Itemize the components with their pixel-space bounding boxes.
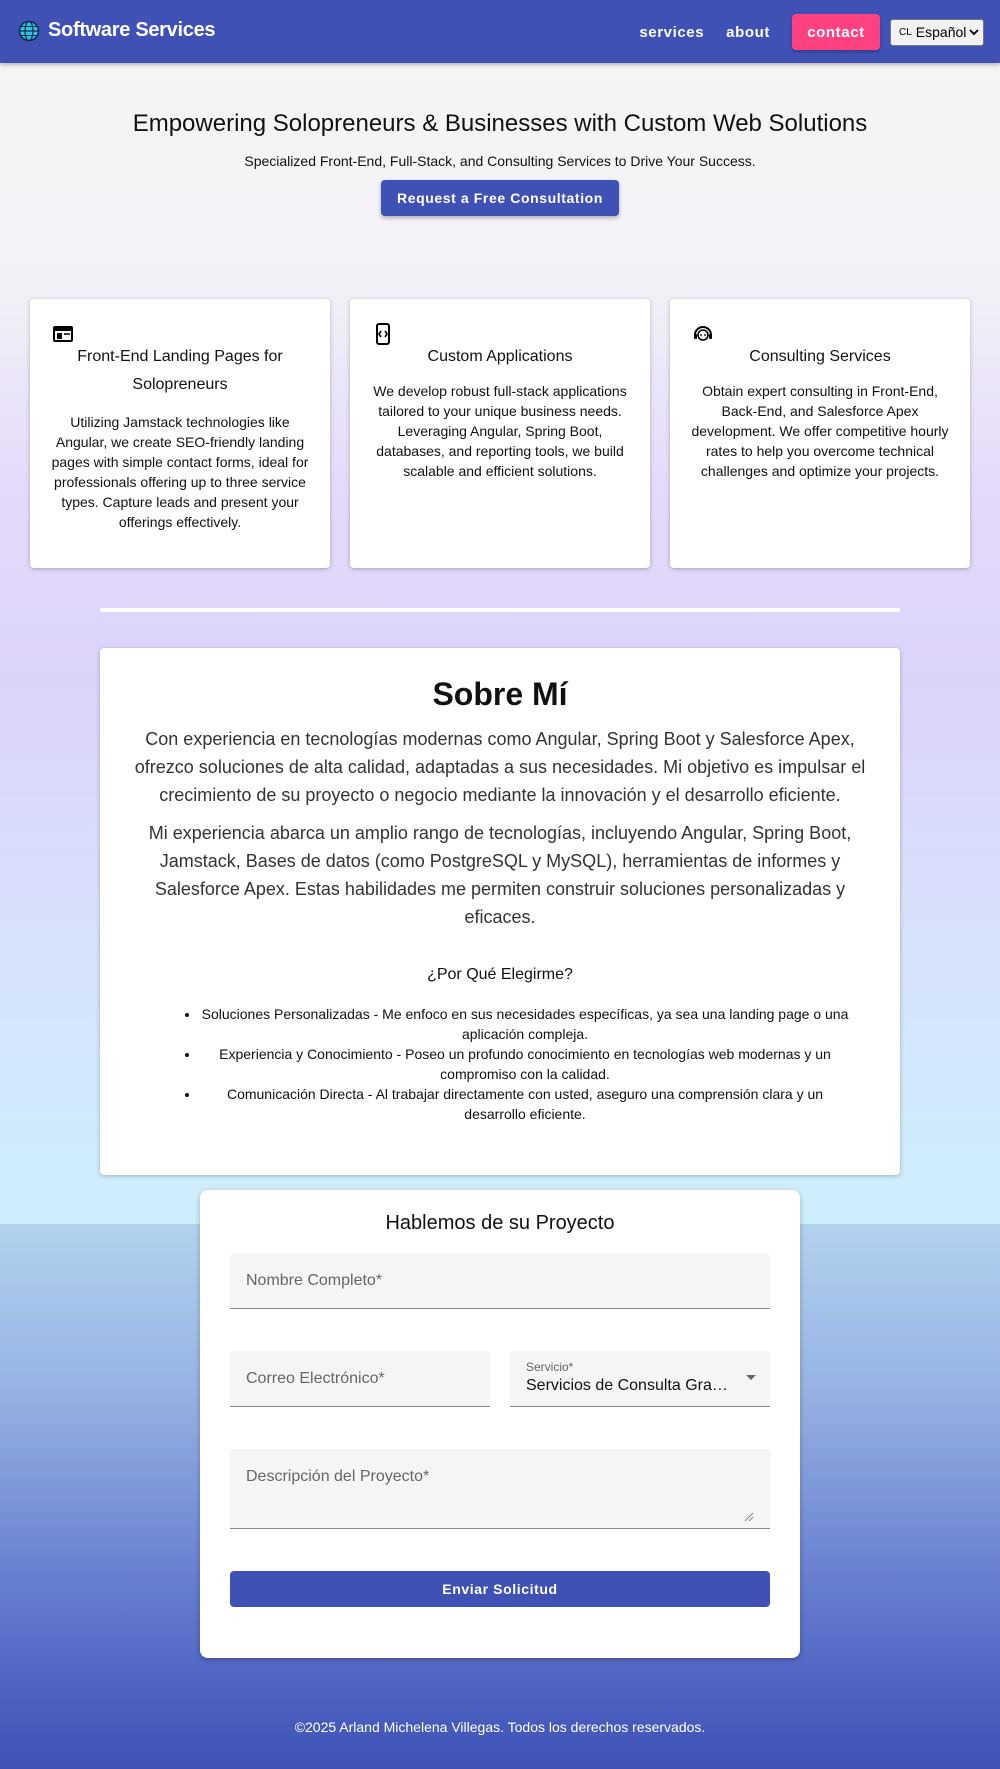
nav-about-link[interactable]: about xyxy=(726,24,770,41)
brand-title: Software Services xyxy=(48,19,216,41)
service-card-text: Obtain expert consulting in Front-End, B… xyxy=(691,383,949,479)
service-card-landing-pages: Front-End Landing Pages for Solopreneurs… xyxy=(30,299,330,568)
service-card-consulting: Consulting Services Obtain expert consul… xyxy=(670,299,970,568)
project-description-field[interactable]: Descripción del Proyecto* xyxy=(230,1449,770,1529)
resize-grip-icon[interactable] xyxy=(744,1512,754,1522)
language-select[interactable]: CL Español xyxy=(890,18,984,46)
full-name-placeholder: Nombre Completo* xyxy=(246,1272,383,1289)
about-paragraph: Mi experiencia abarca un amplio rango de… xyxy=(148,823,852,927)
project-description-placeholder: Descripción del Proyecto* xyxy=(246,1468,430,1485)
list-item: Comunicación Directa - Al trabajar direc… xyxy=(200,1084,850,1124)
section-divider xyxy=(100,608,900,612)
language-selected: Español xyxy=(915,24,967,40)
phone-code-icon xyxy=(376,323,390,345)
service-card-title: Front-End Landing Pages for Solopreneurs xyxy=(77,348,283,393)
hero-subtitle: Specialized Front-End, Full-Stack, and C… xyxy=(244,153,756,169)
language-code: CL xyxy=(899,26,912,38)
submit-request-button[interactable]: Enviar Solicitud xyxy=(230,1571,770,1607)
about-section: Sobre Mí Con experiencia en tecnologías … xyxy=(100,648,900,1175)
hero-title: Empowering Solopreneurs & Businesses wit… xyxy=(132,110,868,137)
nav-services-link[interactable]: services xyxy=(639,24,704,41)
service-selected-value: Servicios de Consulta Gratuitos xyxy=(526,1377,731,1394)
full-name-field[interactable]: Nombre Completo* xyxy=(230,1253,770,1309)
why-choose-me-title: ¿Por Qué Elegirme? xyxy=(427,966,573,983)
email-placeholder: Correo Electrónico* xyxy=(246,1370,385,1387)
web-page-icon xyxy=(53,326,73,342)
service-card-text: We develop robust full-stack application… xyxy=(373,383,627,479)
service-card-title: Consulting Services xyxy=(749,348,891,365)
contact-form-card: Hablemos de su Proyecto Nombre Completo*… xyxy=(200,1190,800,1658)
service-card-text: Utilizing Jamstack technologies like Ang… xyxy=(51,414,309,530)
about-paragraph: Con experiencia en tecnologías modernas … xyxy=(134,729,866,805)
brand[interactable]: Software Services xyxy=(18,19,216,42)
about-title: Sobre Mí xyxy=(432,676,568,712)
email-field[interactable]: Correo Electrónico* xyxy=(230,1351,490,1407)
service-card-custom-apps: Custom Applications We develop robust fu… xyxy=(350,299,650,568)
top-navigation-bar: Software Services services about contact… xyxy=(0,0,1000,63)
service-label: Servicio* xyxy=(526,1360,574,1374)
dropdown-arrow-icon xyxy=(746,1375,756,1380)
list-item: Soluciones Personalizadas - Me enfoco en… xyxy=(200,1004,850,1044)
request-consultation-button[interactable]: Request a Free Consultation xyxy=(380,180,619,216)
nav-contact-button[interactable]: contact xyxy=(792,14,880,50)
globe-icon xyxy=(18,20,40,41)
footer-copyright: ©2025 Arland Michelena Villegas. Todos l… xyxy=(294,1719,706,1735)
support-agent-icon xyxy=(694,326,712,341)
service-select[interactable]: Servicio* Servicios de Consulta Gratuito… xyxy=(510,1351,770,1407)
list-item: Experiencia y Conocimiento - Poseo un pr… xyxy=(200,1044,850,1084)
main-nav: services about contact CL Español xyxy=(639,14,984,50)
chevron-down-icon xyxy=(969,29,979,36)
reasons-list: Soluciones Personalizadas - Me enfoco en… xyxy=(130,1004,870,1124)
hero-section: Empowering Solopreneurs & Businesses wit… xyxy=(0,110,1000,216)
service-card-title: Custom Applications xyxy=(427,348,573,365)
contact-title: Hablemos de su Proyecto xyxy=(385,1212,615,1234)
